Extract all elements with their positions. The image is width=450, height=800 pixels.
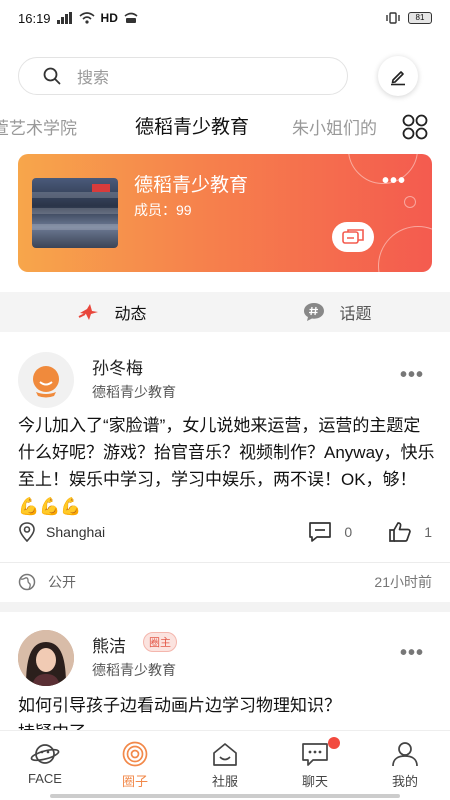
owner-badge: 圈主 (143, 632, 177, 652)
status-right: 81 (386, 12, 432, 24)
post-group: 德稻青少教育 (92, 662, 176, 678)
section-tabs: 动态 话题 (0, 292, 450, 332)
tab-dynamic[interactable]: 动态 (0, 292, 225, 332)
post-text-content: 今儿加入了“家脸谱”，女儿说她来运营，运营的主题定什么好呢？游戏？抬官音乐？视频… (18, 416, 435, 489)
topic-hash-icon (304, 303, 325, 321)
battery-icon: 81 (408, 12, 432, 24)
nav-service-label: 社服 (211, 774, 238, 789)
avatar[interactable] (18, 630, 74, 686)
post-location: Shanghai (18, 522, 105, 542)
user-photo-avatar (18, 630, 74, 686)
status-time: 16:19 (18, 10, 51, 26)
tab-miss-zhu[interactable]: 朱小姐们的 (292, 114, 380, 139)
comment-icon[interactable] (308, 521, 332, 543)
post-actions: 0 1 (308, 521, 432, 543)
member-count: 成员：99 (134, 202, 192, 218)
unread-badge (328, 737, 340, 749)
nav-profile[interactable]: 我的 (360, 731, 450, 800)
search-row: 搜索 (18, 56, 432, 96)
search-input[interactable]: 搜索 (18, 57, 348, 95)
group-title: 德稻青少教育 (134, 175, 249, 196)
vibrate-icon (386, 12, 400, 24)
tab-art-academy[interactable]: 萱艺术学院 (0, 114, 77, 139)
chat-bubble-icon (302, 743, 328, 766)
post-author[interactable]: 孙冬梅 (92, 354, 143, 379)
tab-topic-label: 话题 (339, 306, 372, 323)
network-label: HD (100, 11, 118, 25)
status-bar: 16:19 HD 81 (0, 0, 450, 36)
comment-count: 0 (344, 524, 353, 540)
group-cover-image (32, 178, 118, 248)
group-chat-button[interactable] (332, 222, 374, 252)
like-thumb-icon[interactable] (388, 521, 412, 543)
circle-swirl-icon (122, 741, 148, 767)
nav-chat-label: 聊天 (301, 774, 328, 789)
nav-service[interactable]: 社服 (180, 731, 270, 800)
post-group: 德稻青少教育 (92, 384, 176, 400)
grid-menu-icon[interactable] (402, 114, 428, 140)
edit-post-button[interactable] (378, 56, 418, 96)
post-footer: 公开 21小时前 (18, 570, 432, 594)
post-separator (0, 602, 450, 612)
visibility-label: 公开 (48, 574, 76, 590)
dynamic-icon (79, 304, 99, 320)
default-avatar-icon (18, 352, 74, 408)
group-chat-icon (342, 229, 364, 244)
tab-topic[interactable]: 话题 (225, 292, 450, 332)
tab-detao-education[interactable]: 德稻青少教育 (135, 112, 249, 139)
group-banner[interactable]: 德稻青少教育 成员：99 ••• (18, 154, 432, 272)
service-house-icon (213, 743, 237, 766)
post-card: 熊洁 圈主 德稻青少教育 ••• 如何引导孩子边看动画片边学习物理知识？ 持疑中… (0, 612, 450, 730)
post-text-line: 如何引导孩子边看动画片边学习物理知识？ (18, 696, 341, 715)
face-planet-icon (30, 744, 60, 764)
globe-icon (18, 573, 36, 591)
bottom-navigation: FACE 圈子 社服 聊天 我的 (0, 730, 450, 800)
tab-dynamic-label: 动态 (114, 306, 147, 323)
location-pin-icon (19, 522, 35, 542)
post-text: 今儿加入了“家脸谱”，女儿说她来运营，运营的主题定什么好呢？游戏？抬官音乐？视频… (18, 412, 436, 520)
search-icon (43, 67, 61, 85)
banner-decoration (404, 196, 416, 208)
profile-person-icon (392, 742, 418, 767)
nav-profile-label: 我的 (391, 774, 418, 789)
post-card: 孙冬梅 德稻青少教育 ••• 今儿加入了“家脸谱”，女儿说她来运营，运营的主题定… (0, 332, 450, 602)
status-left: 16:19 HD (18, 11, 138, 26)
avatar[interactable] (18, 352, 74, 408)
post-time: 21小时前 (374, 574, 432, 590)
post-author[interactable]: 熊洁 (92, 632, 126, 657)
like-count: 1 (424, 524, 432, 540)
nav-circle[interactable]: 圈子 (90, 731, 180, 800)
location-label: Shanghai (46, 524, 106, 540)
vpn-icon (124, 12, 138, 23)
nav-chat[interactable]: 聊天 (270, 731, 360, 800)
post-more-icon[interactable]: ••• (400, 643, 424, 663)
flex-emoji-icon: 💪💪💪 (18, 497, 82, 516)
post-meta: Shanghai 0 1 (18, 520, 432, 544)
group-tabs: 萱艺术学院 德稻青少教育 朱小姐们的 (0, 108, 450, 146)
post-more-icon[interactable]: ••• (400, 365, 424, 385)
more-dots-icon[interactable]: ••• (382, 171, 406, 191)
search-placeholder: 搜索 (77, 70, 110, 87)
home-indicator[interactable] (50, 794, 400, 798)
wifi-icon (79, 12, 95, 24)
banner-decoration (378, 226, 432, 272)
pencil-icon (391, 71, 405, 86)
post-text-line: 持疑中了 (18, 719, 436, 730)
nav-face[interactable]: FACE (0, 731, 90, 800)
nav-circle-label: 圈子 (121, 774, 148, 789)
divider (0, 562, 450, 563)
post-text: 如何引导孩子边看动画片边学习物理知识？ 持疑中了 (18, 692, 436, 730)
signal-icon (56, 12, 72, 24)
nav-face-label: FACE (28, 771, 62, 786)
